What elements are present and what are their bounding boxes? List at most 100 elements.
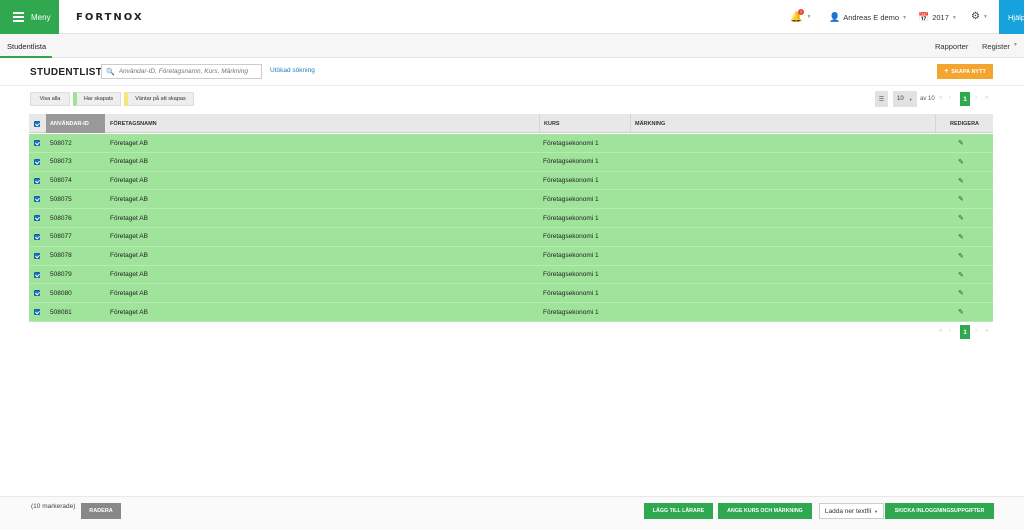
per-page-select[interactable]: 10 ▼	[893, 91, 917, 107]
edit-button[interactable]: ✎	[958, 303, 964, 321]
tab-studentlista[interactable]: Studentlista	[0, 34, 52, 58]
menu-button[interactable]: Meny	[0, 0, 59, 34]
advanced-search-link[interactable]: Utökad sökning	[270, 67, 315, 74]
cell-course: Företagsekonomi 1	[543, 308, 599, 316]
filter-show-all[interactable]: Visa alla	[30, 92, 70, 106]
table-row[interactable]: 508077 Företaget AB Företagsekonomi 1 ✎	[29, 228, 993, 247]
row-checkbox[interactable]	[29, 284, 46, 302]
row-checkbox[interactable]	[29, 266, 46, 284]
chevron-down-icon: ▼	[806, 14, 812, 20]
table-row[interactable]: 508079 Företaget AB Företagsekonomi 1 ✎	[29, 266, 993, 285]
edit-icon: ✎	[958, 271, 964, 279]
prev-page-icon[interactable]: ‹	[949, 95, 951, 101]
edit-button[interactable]: ✎	[958, 228, 964, 246]
table-row[interactable]: 508078 Företaget AB Företagsekonomi 1 ✎	[29, 247, 993, 266]
column-user-id[interactable]: ANVÄNDAR-ID	[46, 114, 105, 133]
delete-button[interactable]: RADERA	[81, 503, 121, 519]
table-row[interactable]: 508073 Företaget AB Företagsekonomi 1 ✎	[29, 153, 993, 172]
column-marking[interactable]: MÄRKNING	[630, 114, 935, 133]
list-view-icon[interactable]: ☰	[875, 91, 888, 107]
first-page-icon[interactable]: «	[939, 328, 942, 334]
column-course[interactable]: KURS	[539, 114, 630, 133]
next-page-icon[interactable]: ›	[975, 328, 977, 334]
sub-navigation: Studentlista Rapporter Register ▼	[0, 34, 1024, 58]
current-page[interactable]: 1	[960, 325, 970, 339]
search-input[interactable]	[118, 68, 259, 75]
edit-button[interactable]: ✎	[958, 284, 964, 302]
next-page-icon[interactable]: ›	[975, 95, 977, 101]
prev-page-icon[interactable]: ‹	[949, 328, 951, 334]
download-textfile-select[interactable]: Ladda ner textfil ▼	[819, 503, 884, 519]
notifications-button[interactable]: 🔔 1 ▼	[790, 9, 812, 23]
row-checkbox[interactable]	[29, 153, 46, 171]
create-new-button[interactable]: + SKAPA NYTT	[937, 64, 993, 79]
year-label: 2017	[932, 13, 949, 22]
cell-user-id: 508081	[50, 308, 72, 316]
add-teacher-button[interactable]: LÄGG TILL LÄRARE	[644, 503, 713, 519]
table-row[interactable]: 508075 Företaget AB Företagsekonomi 1 ✎	[29, 190, 993, 210]
plus-icon: +	[944, 68, 949, 75]
chevron-down-icon: ▼	[951, 14, 957, 21]
filter-created[interactable]: Har skapats	[73, 92, 121, 106]
table-row[interactable]: 508081 Företaget AB Företagsekonomi 1 ✎	[29, 303, 993, 322]
set-course-button[interactable]: ANGE KURS OCH MÄRKNING	[718, 503, 812, 519]
edit-button[interactable]: ✎	[958, 172, 964, 190]
row-checkbox[interactable]	[29, 228, 46, 246]
first-page-icon[interactable]: «	[939, 95, 942, 101]
last-page-icon[interactable]: »	[985, 95, 988, 101]
cell-course: Företagsekonomi 1	[543, 252, 599, 260]
gear-icon: ⚙	[971, 11, 980, 22]
settings-button[interactable]: ⚙ ▼	[971, 11, 988, 22]
table-row[interactable]: 508080 Företaget AB Företagsekonomi 1 ✎	[29, 284, 993, 304]
select-all-checkbox[interactable]	[29, 114, 46, 133]
cell-user-id: 508079	[50, 271, 72, 279]
user-menu[interactable]: 👤 Andreas E demo ▼	[829, 12, 907, 23]
chevron-down-icon: ▼	[874, 508, 879, 514]
send-login-button[interactable]: SKICKA INLOGGNINGSUPPGIFTER	[885, 503, 994, 519]
cell-course: Företagsekonomi 1	[543, 177, 599, 185]
edit-button[interactable]: ✎	[958, 247, 964, 265]
current-page[interactable]: 1	[960, 92, 970, 106]
filter-waiting[interactable]: Väntar på att skapas	[124, 92, 194, 106]
checkbox-icon	[34, 177, 40, 184]
table-row[interactable]: 508072 Företaget AB Företagsekonomi 1 ✎	[29, 134, 993, 153]
checkbox-icon	[34, 215, 40, 222]
table-row[interactable]: 508074 Företaget AB Företagsekonomi 1 ✎	[29, 172, 993, 191]
chevron-down-icon: ▼	[902, 14, 908, 21]
row-checkbox[interactable]	[29, 209, 46, 227]
cell-company: Företaget AB	[110, 195, 148, 203]
checkbox-icon	[34, 309, 40, 316]
cell-company: Företaget AB	[110, 177, 148, 185]
edit-button[interactable]: ✎	[958, 153, 964, 171]
reports-link[interactable]: Rapporter	[935, 42, 968, 51]
help-button[interactable]: Hjälp	[999, 0, 1024, 34]
hamburger-icon	[13, 10, 24, 24]
fortnox-logo[interactable]: FORTNOX	[76, 12, 144, 23]
year-selector[interactable]: 📅 2017 ▼	[918, 12, 957, 23]
row-checkbox[interactable]	[29, 190, 46, 208]
search-icon: 🔍	[106, 68, 115, 76]
cell-company: Företaget AB	[110, 271, 148, 279]
checkbox-icon	[34, 233, 40, 240]
edit-icon: ✎	[958, 252, 964, 260]
cell-user-id: 508077	[50, 233, 72, 241]
edit-button[interactable]: ✎	[958, 134, 964, 152]
edit-button[interactable]: ✎	[958, 209, 964, 227]
cell-user-id: 508073	[50, 158, 72, 166]
cell-company: Företaget AB	[110, 289, 148, 297]
cell-user-id: 508080	[50, 289, 72, 297]
edit-button[interactable]: ✎	[958, 266, 964, 284]
edit-button[interactable]: ✎	[958, 190, 964, 208]
row-checkbox[interactable]	[29, 247, 46, 265]
row-checkbox[interactable]	[29, 303, 46, 321]
row-checkbox[interactable]	[29, 172, 46, 190]
table-header: ANVÄNDAR-ID FÖRETAGSNAMN KURS MÄRKNING R…	[29, 114, 993, 133]
table-body: 508072 Företaget AB Företagsekonomi 1 ✎ 5080…	[29, 134, 993, 322]
row-checkbox[interactable]	[29, 134, 46, 152]
register-menu[interactable]: Register ▼	[982, 42, 1018, 51]
last-page-icon[interactable]: »	[985, 328, 988, 334]
table-row[interactable]: 508076 Företaget AB Företagsekonomi 1 ✎	[29, 209, 993, 228]
cell-user-id: 508075	[50, 195, 72, 203]
edit-icon: ✎	[958, 177, 964, 185]
column-company[interactable]: FÖRETAGSNAMN	[106, 114, 538, 133]
